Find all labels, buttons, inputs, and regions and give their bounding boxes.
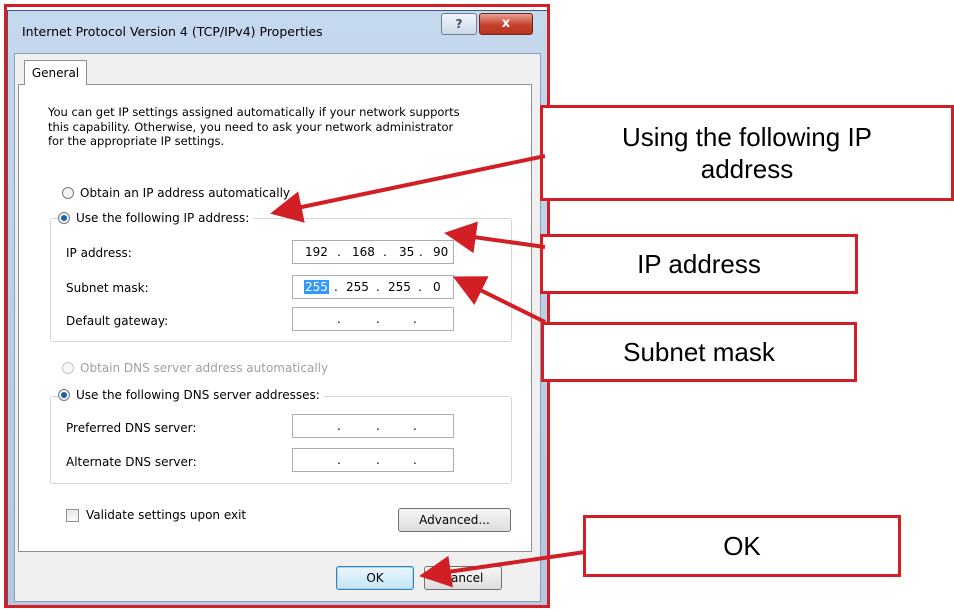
subnet-octet-2: 255 <box>346 280 369 294</box>
alternate-dns-label: Alternate DNS server: <box>66 455 197 469</box>
subnet-octet-4: 0 <box>433 280 441 294</box>
ip-address-input[interactable]: 192 . 168 . 35 . 90 <box>292 240 454 264</box>
obtain-dns-auto-option: Obtain DNS server address automatically <box>62 361 328 375</box>
obtain-ip-auto-label: Obtain an IP address automatically <box>80 186 291 200</box>
validate-settings-option[interactable]: Validate settings upon exit <box>66 508 246 522</box>
preferred-dns-label: Preferred DNS server: <box>66 421 197 435</box>
use-following-dns-radio[interactable] <box>58 389 70 401</box>
obtain-ip-auto-option[interactable]: Obtain an IP address automatically <box>62 186 290 200</box>
close-button[interactable]: x <box>479 13 533 35</box>
ip-dot: . <box>337 245 341 259</box>
use-following-ip-option[interactable]: Use the following IP address: <box>58 211 254 225</box>
ip-dot: . <box>376 280 380 294</box>
obtain-dns-auto-label: Obtain DNS server address automatically <box>80 361 329 375</box>
default-gateway-input[interactable]: . . . <box>292 307 454 331</box>
ip-address-label: IP address: <box>66 246 132 260</box>
obtain-dns-auto-radio <box>62 362 74 374</box>
alternate-dns-input[interactable]: . . . <box>292 448 454 472</box>
subnet-mask-label: Subnet mask: <box>66 281 149 295</box>
ip-dot: . <box>337 312 341 326</box>
subnet-mask-input[interactable]: 255 . 255 . 255 . 0 <box>292 275 454 299</box>
tab-general[interactable]: General <box>24 60 87 85</box>
use-following-ip-label: Use the following IP address: <box>76 211 250 225</box>
callout-ip-address: IP address <box>540 234 858 294</box>
window-title: Internet Protocol Version 4 (TCP/IPv4) P… <box>22 24 323 39</box>
subnet-octet-3: 255 <box>388 280 411 294</box>
ip-octet-4: 90 <box>433 245 449 259</box>
use-following-dns-option[interactable]: Use the following DNS server addresses: <box>58 388 324 402</box>
ip-dot: . <box>413 312 417 326</box>
validate-settings-checkbox[interactable] <box>66 508 79 522</box>
description-text: You can get IP settings assigned automat… <box>48 105 460 148</box>
use-following-dns-label: Use the following DNS server addresses: <box>76 388 320 402</box>
callout-ok: OK <box>583 515 901 577</box>
advanced-button[interactable]: Advanced... <box>398 508 511 532</box>
ip-dot: . <box>337 453 341 467</box>
use-following-ip-radio[interactable] <box>58 212 70 224</box>
ip-dot: . <box>337 419 341 433</box>
default-gateway-label: Default gateway: <box>66 314 169 328</box>
ip-octet-1: 192 <box>305 245 328 259</box>
ip-dot: . <box>383 245 387 259</box>
ok-button[interactable]: OK <box>336 566 414 590</box>
ip-dot: . <box>376 419 380 433</box>
ip-dot: . <box>413 453 417 467</box>
help-button[interactable]: ? <box>441 13 477 35</box>
preferred-dns-input[interactable]: . . . <box>292 414 454 438</box>
ip-dot: . <box>419 245 423 259</box>
ip-dot: . <box>334 280 338 294</box>
ip-octet-3: 35 <box>399 245 415 259</box>
ip-octet-2: 168 <box>352 245 375 259</box>
cancel-button[interactable]: Cancel <box>424 566 502 590</box>
subnet-octet-1-selected: 255 <box>304 280 329 294</box>
ip-dot: . <box>376 312 380 326</box>
ip-dot: . <box>413 419 417 433</box>
callout-subnet-mask: Subnet mask <box>541 322 857 382</box>
callout-using-following-ip: Using the following IP address <box>540 105 954 201</box>
obtain-ip-auto-radio[interactable] <box>62 187 74 199</box>
ip-dot: . <box>418 280 422 294</box>
title-bar[interactable]: Internet Protocol Version 4 (TCP/IPv4) P… <box>8 11 547 57</box>
ip-dot: . <box>376 453 380 467</box>
validate-settings-label: Validate settings upon exit <box>86 508 247 522</box>
